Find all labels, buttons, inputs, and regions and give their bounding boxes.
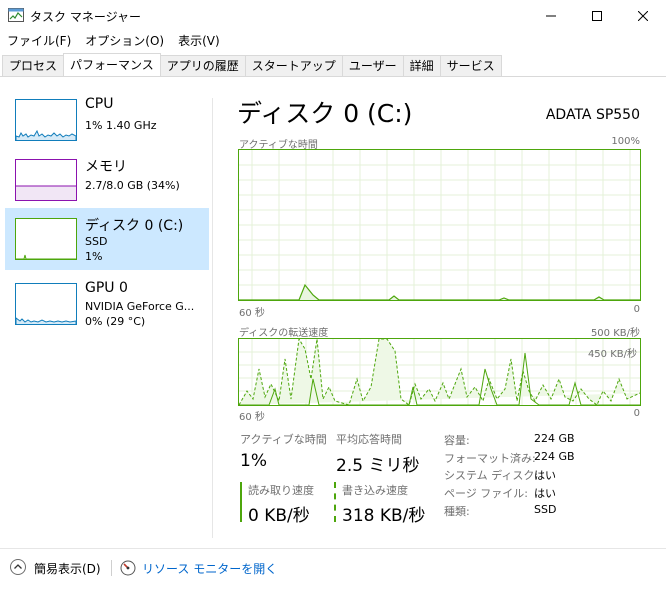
tab-details[interactable]: 詳細 — [402, 55, 441, 76]
page-title: ディスク 0 (C:) — [237, 99, 413, 128]
tab-performance[interactable]: パフォーマンス — [63, 53, 161, 76]
active-time-graph-max: 100% — [611, 136, 640, 147]
avg-response-label: 平均応答時間 — [336, 433, 402, 446]
resource-detail: SSD — [85, 235, 108, 248]
disk-graph-icon — [15, 218, 77, 260]
menu-view[interactable]: 表示(V) — [171, 31, 227, 51]
active-time-graph-time: 60 秒 — [239, 308, 265, 319]
transfer-graph-max: 500 KB/秒 — [590, 328, 640, 339]
property-value: 224 GB — [534, 432, 575, 445]
footer-separator — [111, 560, 112, 576]
property-value: 224 GB — [534, 450, 575, 463]
menu-bar: ファイル(F) オプション(O) 表示(V) — [0, 31, 227, 51]
minimize-icon — [546, 15, 556, 16]
resource-detail: 2.7/8.0 GB (34%) — [85, 179, 180, 192]
menu-file[interactable]: ファイル(F) — [0, 31, 78, 51]
property-value: SSD — [534, 503, 557, 516]
write-speed-label: 書き込み速度 — [342, 484, 408, 497]
panel-divider — [212, 98, 213, 538]
tab-processes[interactable]: プロセス — [2, 55, 65, 76]
footer-bar: 簡易表示(D) リソース モニターを開く — [0, 548, 666, 589]
read-speed-label: 読み取り速度 — [248, 484, 314, 497]
menu-options[interactable]: オプション(O) — [78, 31, 171, 51]
property-label: システム ディスク: — [444, 469, 539, 482]
resource-item-disk[interactable]: ディスク 0 (C:) SSD 1% — [5, 208, 209, 270]
property-label: ページ ファイル: — [444, 487, 528, 500]
active-time-graph-min: 0 — [633, 304, 640, 315]
resource-list: CPU 1% 1.40 GHz メモリ 2.7/8.0 GB (34%) ディス… — [0, 77, 212, 537]
property-label: フォーマット済み: — [444, 452, 536, 465]
tab-bar: プロセス パフォーマンス アプリの履歴 スタートアップ ユーザー 詳細 サービス — [0, 53, 666, 77]
active-time-label: アクティブな時間 — [240, 433, 327, 446]
fewer-details-button[interactable]: 簡易表示(D) — [34, 560, 101, 577]
property-value: はい — [534, 469, 556, 482]
write-speed-indicator — [334, 482, 336, 522]
avg-response-value: 2.5 ミリ秒 — [336, 456, 420, 476]
gpu-graph-icon — [15, 283, 77, 325]
read-speed-indicator — [240, 482, 242, 522]
transfer-graph-inner-max: 450 KB/秒 — [588, 347, 637, 360]
cpu-graph-icon — [15, 99, 77, 141]
resource-detail: NVIDIA GeForce G... — [85, 300, 195, 313]
task-manager-icon — [8, 8, 24, 22]
disk-model: ADATA SP550 — [545, 107, 640, 123]
resource-name: CPU — [85, 96, 114, 112]
active-time-value: 1% — [240, 451, 267, 471]
active-time-graph — [238, 149, 641, 301]
tab-users[interactable]: ユーザー — [341, 55, 404, 76]
maximize-icon — [592, 10, 602, 21]
transfer-graph-min: 0 — [633, 408, 640, 419]
write-speed-value: 318 KB/秒 — [342, 506, 426, 526]
resource-usage: 0% (29 °C) — [85, 315, 146, 328]
resource-detail: 1% 1.40 GHz — [85, 119, 157, 132]
transfer-rate-graph: 450 KB/秒 — [238, 338, 641, 406]
resource-item-memory[interactable]: メモリ 2.7/8.0 GB (34%) — [5, 149, 209, 211]
window-title: タスク マネージャー — [30, 10, 141, 24]
chevron-up-icon[interactable] — [10, 559, 26, 575]
close-icon — [638, 10, 648, 21]
title-bar: タスク マネージャー — [0, 0, 666, 31]
property-value: はい — [534, 487, 556, 500]
open-resource-monitor-link[interactable]: リソース モニターを開く — [142, 560, 277, 577]
tab-services[interactable]: サービス — [439, 55, 502, 76]
transfer-graph-label: ディスクの転送速度 — [239, 328, 329, 339]
transfer-graph-time: 60 秒 — [239, 412, 265, 423]
resource-name: GPU 0 — [85, 280, 128, 296]
maximize-button[interactable] — [574, 0, 620, 31]
resource-name: ディスク 0 (C:) — [85, 218, 184, 234]
resource-item-cpu[interactable]: CPU 1% 1.40 GHz — [5, 89, 209, 151]
property-label: 容量: — [444, 434, 470, 447]
resource-item-gpu[interactable]: GPU 0 NVIDIA GeForce G... 0% (29 °C) — [5, 273, 209, 335]
close-button[interactable] — [620, 0, 666, 31]
resource-monitor-icon — [120, 560, 136, 576]
graph-grid — [239, 150, 640, 300]
minimize-button[interactable] — [528, 0, 574, 31]
resource-usage: 1% — [85, 250, 103, 263]
read-speed-value: 0 KB/秒 — [248, 506, 310, 526]
property-label: 種類: — [444, 505, 470, 518]
active-time-series — [239, 283, 640, 300]
tab-startup[interactable]: スタートアップ — [244, 55, 343, 76]
memory-graph-icon — [15, 159, 77, 201]
write-rate-series — [239, 339, 640, 405]
tab-app-history[interactable]: アプリの履歴 — [159, 55, 246, 76]
resource-name: メモリ — [85, 159, 127, 175]
